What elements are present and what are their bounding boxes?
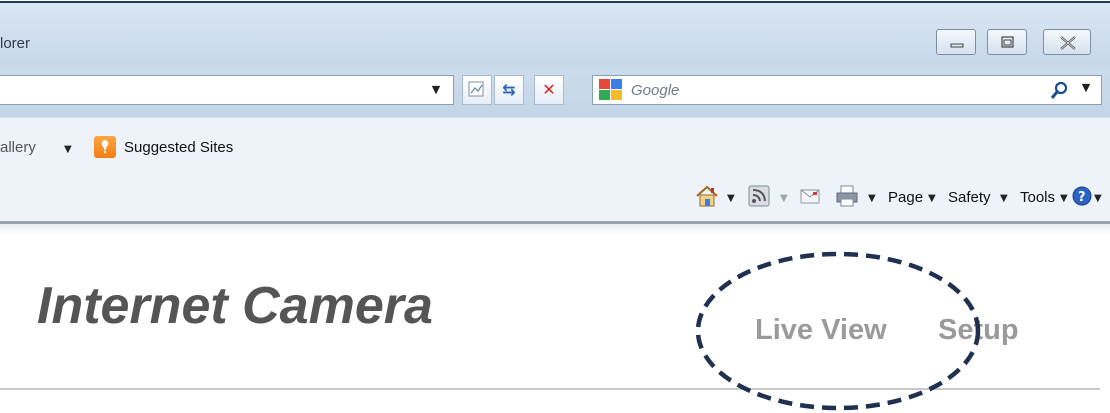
google-icon: [599, 79, 623, 101]
address-dropdown-button[interactable]: ▼: [426, 83, 446, 99]
feeds-dropdown-icon[interactable]: ▼: [780, 193, 788, 204]
window-title: lorer: [0, 35, 31, 52]
refresh-icon: ⇆: [502, 80, 516, 99]
maximize-button[interactable]: [987, 29, 1027, 55]
page-menu-dropdown-icon[interactable]: ▼: [928, 193, 936, 204]
page-title: Internet Camera: [37, 277, 433, 335]
help-icon: ?: [1072, 186, 1092, 206]
suggested-sites-icon: [94, 136, 116, 158]
search-input[interactable]: Google: [631, 82, 679, 99]
search-icon: [1050, 81, 1068, 99]
safety-menu[interactable]: Safety: [948, 189, 991, 206]
compatibility-view-icon: [468, 81, 484, 97]
search-options-button[interactable]: ▼: [1077, 81, 1095, 99]
page-menu[interactable]: Page: [888, 189, 923, 206]
feeds-button[interactable]: [746, 183, 772, 209]
home-button[interactable]: [694, 183, 720, 209]
rss-feed-icon: [748, 185, 770, 207]
toolbar-content-separator: [0, 221, 1110, 234]
home-icon: [696, 185, 718, 207]
stop-icon: ✕: [542, 80, 556, 99]
tools-menu-dropdown-icon[interactable]: ▼: [1060, 193, 1068, 204]
print-dropdown-icon[interactable]: ▼: [868, 193, 876, 204]
highlight-annotation: [695, 251, 981, 411]
search-button[interactable]: [1049, 79, 1071, 101]
suggested-sites-label: Suggested Sites: [124, 139, 234, 156]
print-icon: [836, 185, 858, 207]
chevron-down-icon[interactable]: ▼: [64, 144, 72, 155]
chevron-down-icon: ▼: [1081, 81, 1091, 94]
refresh-button[interactable]: ⇆: [494, 75, 524, 105]
compatibility-view-button[interactable]: [462, 75, 492, 105]
address-input[interactable]: ▼: [0, 75, 454, 105]
stop-button[interactable]: ✕: [534, 75, 564, 105]
maximize-icon: [1001, 36, 1014, 48]
minimize-icon: [950, 43, 964, 48]
address-bar-row: ▼ ⇆ ✕ Google ▼: [0, 67, 1110, 117]
minimize-button[interactable]: [936, 29, 976, 55]
safety-menu-dropdown-icon[interactable]: ▼: [1000, 193, 1008, 204]
help-button[interactable]: ?: [1072, 183, 1092, 209]
help-dropdown-icon[interactable]: ▼: [1094, 193, 1102, 204]
read-mail-button[interactable]: [798, 183, 824, 209]
close-button[interactable]: [1043, 29, 1091, 55]
command-bar: ▼ ▼ ▼ Page ▼ Safety ▼ Tools ▼ ? ▼: [0, 171, 1110, 221]
title-bar: lorer: [0, 3, 1110, 67]
home-dropdown-icon[interactable]: ▼: [727, 193, 735, 204]
favorites-bar: allery ▼ Suggested Sites: [0, 117, 1110, 171]
svg-text:?: ?: [1078, 190, 1086, 205]
read-mail-icon: [800, 189, 820, 204]
close-icon: [1060, 36, 1076, 50]
chevron-down-icon: ▼: [431, 83, 441, 96]
tools-menu[interactable]: Tools: [1020, 189, 1055, 206]
search-box[interactable]: Google ▼: [592, 75, 1102, 105]
web-slice-gallery-link[interactable]: allery: [0, 139, 36, 156]
print-button[interactable]: [834, 183, 860, 209]
